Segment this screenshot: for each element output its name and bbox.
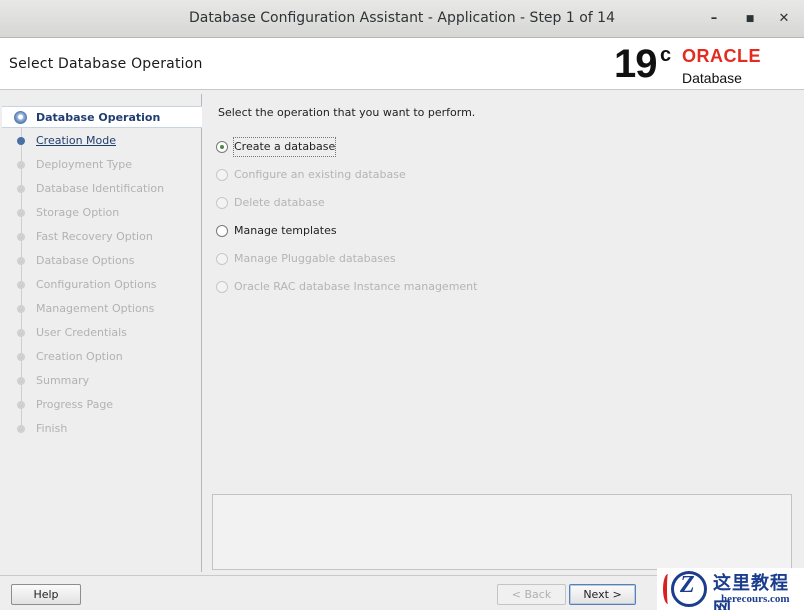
watermark-url: herecours.com bbox=[721, 593, 790, 605]
step-bullet-icon bbox=[17, 425, 25, 433]
step-bullet-icon bbox=[17, 281, 25, 289]
step-label: Creation Option bbox=[36, 350, 123, 363]
close-icon[interactable]: ✕ bbox=[774, 9, 794, 29]
step-label: Deployment Type bbox=[36, 158, 133, 171]
step-bullet-icon bbox=[17, 305, 25, 313]
option-label: Manage Pluggable databases bbox=[234, 252, 396, 265]
step-item: Configuration Options bbox=[2, 274, 202, 296]
step-item: Management Options bbox=[2, 298, 202, 320]
message-area bbox=[212, 494, 792, 570]
step-label: Fast Recovery Option bbox=[36, 230, 153, 243]
window-titlebar[interactable]: Database Configuration Assistant - Appli… bbox=[0, 0, 804, 38]
option-label: Oracle RAC database Instance management bbox=[234, 280, 478, 293]
main-area: Database Operation Creation Mode Deploymen… bbox=[0, 90, 804, 575]
step-bullet-icon bbox=[17, 209, 25, 217]
step-bullet-icon bbox=[17, 137, 25, 145]
step-bullet-icon bbox=[17, 257, 25, 265]
logo-version-suffix: c bbox=[660, 44, 672, 66]
step-bullet-icon bbox=[17, 161, 25, 169]
step-label: Database Options bbox=[36, 254, 135, 267]
watermark-letter: Z bbox=[680, 572, 695, 598]
radio-button bbox=[216, 169, 228, 181]
option-label: Configure an existing database bbox=[234, 168, 406, 181]
step-label: Management Options bbox=[36, 302, 155, 315]
maximize-icon[interactable]: ■ bbox=[740, 9, 760, 29]
logo-version: 19 bbox=[614, 42, 657, 86]
step-item: Database Options bbox=[2, 250, 202, 272]
step-label: Creation Mode bbox=[36, 134, 117, 147]
step-label: Progress Page bbox=[36, 398, 114, 411]
page-title: Select Database Operation bbox=[9, 56, 203, 72]
radio-button[interactable] bbox=[216, 225, 228, 237]
option-label: Manage templates bbox=[234, 224, 337, 237]
step-bullet-icon bbox=[17, 401, 25, 409]
step-bullet-icon bbox=[17, 353, 25, 361]
radio-button bbox=[216, 253, 228, 265]
back-button[interactable]: < Back bbox=[497, 584, 566, 605]
step-item[interactable]: Creation Mode bbox=[2, 130, 202, 152]
step-label: User Credentials bbox=[36, 326, 127, 339]
step-item[interactable]: Database Operation bbox=[2, 106, 202, 128]
step-label: Configuration Options bbox=[36, 278, 157, 291]
oracle-logo: 19 c ORACLE Database bbox=[614, 42, 800, 86]
step-item: Deployment Type bbox=[2, 154, 202, 176]
minimize-icon[interactable]: – bbox=[704, 9, 724, 29]
step-label: Database Operation bbox=[36, 111, 161, 124]
radio-button[interactable] bbox=[216, 141, 228, 153]
step-item: Progress Page bbox=[2, 394, 202, 416]
step-item: Storage Option bbox=[2, 202, 202, 224]
step-label: Storage Option bbox=[36, 206, 120, 219]
step-item: User Credentials bbox=[2, 322, 202, 344]
window-title: Database Configuration Assistant - Appli… bbox=[189, 10, 615, 26]
option-label: Create a database bbox=[232, 137, 337, 157]
step-label: Database Identification bbox=[36, 182, 165, 195]
content-panel: Select the operation that you want to pe… bbox=[204, 94, 802, 572]
step-item: Fast Recovery Option bbox=[2, 226, 202, 248]
step-item: Summary bbox=[2, 370, 202, 392]
watermark-logo: Z 这里教程网 herecours.com bbox=[657, 568, 804, 610]
step-bullet-icon bbox=[17, 233, 25, 241]
help-button[interactable]: Help bbox=[11, 584, 81, 605]
step-item: Finish bbox=[2, 418, 202, 440]
logo-product: Database bbox=[682, 70, 742, 86]
step-label: Finish bbox=[36, 422, 68, 435]
radio-button bbox=[216, 281, 228, 293]
logo-brand: ORACLE bbox=[682, 46, 761, 66]
option-label: Delete database bbox=[234, 196, 325, 209]
steps-sidebar: Database Operation Creation Mode Deploymen… bbox=[2, 94, 202, 572]
step-bullet-icon bbox=[14, 111, 27, 124]
next-button[interactable]: Next > bbox=[569, 584, 636, 605]
step-item: Creation Option bbox=[2, 346, 202, 368]
step-item: Database Identification bbox=[2, 178, 202, 200]
instruction-text: Select the operation that you want to pe… bbox=[218, 106, 476, 119]
step-bullet-icon bbox=[17, 377, 25, 385]
step-bullet-icon bbox=[17, 329, 25, 337]
step-label: Summary bbox=[36, 374, 90, 387]
page-header: Select Database Operation 19 c ORACLE Da… bbox=[0, 38, 804, 90]
radio-button bbox=[216, 197, 228, 209]
step-bullet-icon bbox=[17, 185, 25, 193]
